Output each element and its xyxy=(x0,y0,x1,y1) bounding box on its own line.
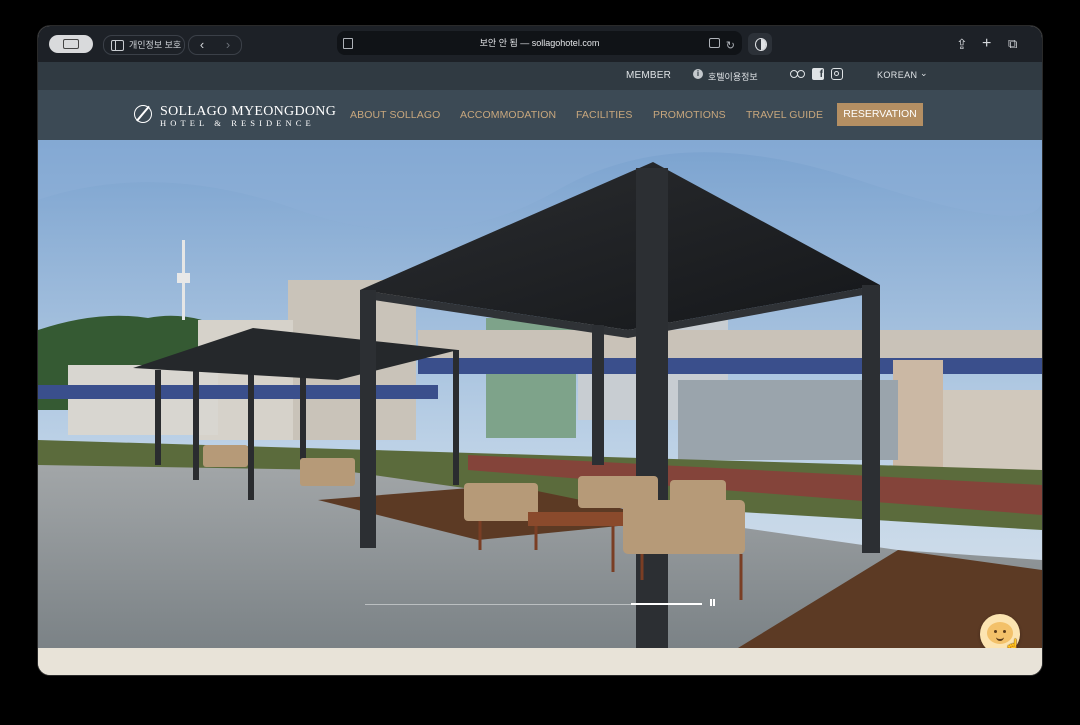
logo-mark-icon xyxy=(134,105,152,123)
hotel-logo[interactable]: SOLLAGO MYEONGDONG HOTEL & RESIDENCE xyxy=(134,104,336,128)
forward-icon[interactable]: › xyxy=(215,36,241,54)
history-nav: ‹ › xyxy=(188,35,242,55)
member-link[interactable]: MEMBER xyxy=(626,70,671,81)
nav-about[interactable]: ABOUT SOLLAGO xyxy=(350,109,440,121)
main-navigation: SOLLAGO MYEONGDONG HOTEL & RESIDENCE ABO… xyxy=(38,90,1042,140)
url-text: 보안 안 됨 — sollagohotel.com xyxy=(479,38,600,48)
privacy-button[interactable]: 개인정보 보호 xyxy=(103,35,185,55)
browser-window: 개인정보 보호 ‹ › 보안 안 됨 — sollagohotel.com ↻ … xyxy=(38,26,1042,675)
reload-icon[interactable]: ↻ xyxy=(726,34,735,58)
info-icon: i xyxy=(693,69,703,79)
facebook-icon[interactable]: f xyxy=(812,68,824,80)
privacy-report-button[interactable] xyxy=(748,33,772,55)
hero-image xyxy=(38,140,1042,648)
slider-progress-fill xyxy=(631,603,702,605)
reservation-button[interactable]: RESERVATION xyxy=(837,103,923,126)
nav-promotions[interactable]: PROMOTIONS xyxy=(653,109,726,121)
sidebar-icon xyxy=(111,40,124,51)
slider-progress xyxy=(365,603,702,605)
privacy-label: 개인정보 보호 xyxy=(129,40,182,50)
translate-icon[interactable] xyxy=(709,38,720,48)
nav-facilities[interactable]: FACILITIES xyxy=(576,109,632,121)
pointer-cursor-icon: ☝ xyxy=(1004,638,1022,648)
share-icon[interactable]: ⇪ xyxy=(956,34,968,54)
shield-icon xyxy=(755,38,767,51)
tabs-icon[interactable]: ⧉ xyxy=(1008,34,1017,54)
utility-bar: MEMBER i 호텔이용정보 f KOREAN ⌄ xyxy=(38,62,1042,90)
nav-travel-guide[interactable]: TRAVEL GUIDE xyxy=(746,109,823,121)
logo-subtitle: HOTEL & RESIDENCE xyxy=(160,118,315,128)
language-selector[interactable]: KOREAN xyxy=(877,70,917,80)
tripadvisor-icon[interactable] xyxy=(790,68,806,80)
back-icon[interactable]: ‹ xyxy=(189,36,215,54)
pause-icon[interactable] xyxy=(710,599,716,606)
nav-accommodation[interactable]: ACCOMMODATION xyxy=(460,109,556,121)
instagram-icon[interactable] xyxy=(831,68,843,80)
sidebar-toggle-button[interactable] xyxy=(49,35,93,53)
social-links: f xyxy=(790,68,850,84)
sidebar-icon xyxy=(63,39,79,49)
page-icon xyxy=(343,38,353,49)
toolbar-right: ⇪ + ⧉ xyxy=(952,34,1032,54)
new-tab-icon[interactable]: + xyxy=(982,34,991,54)
hero-slider: ☝ xyxy=(38,140,1042,648)
hotel-info-link[interactable]: 호텔이용정보 xyxy=(708,70,758,83)
content-band xyxy=(38,648,1042,675)
address-bar[interactable]: 보안 안 됨 — sollagohotel.com ↻ xyxy=(337,31,742,55)
browser-toolbar: 개인정보 보호 ‹ › 보안 안 됨 — sollagohotel.com ↻ … xyxy=(38,26,1042,63)
chevron-down-icon: ⌄ xyxy=(920,68,928,78)
